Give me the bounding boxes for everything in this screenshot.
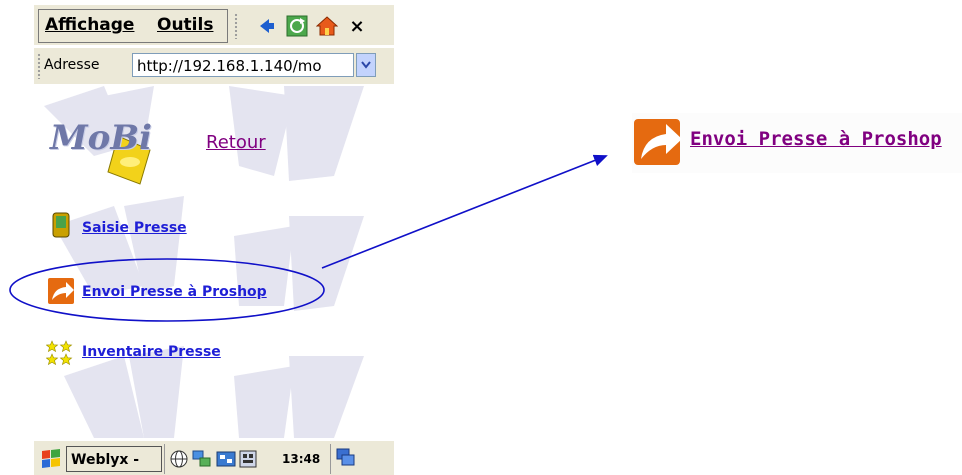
task-weblyx-button[interactable]: Weblyx - (... (66, 446, 162, 472)
address-bar: Adresse http://192.168.1.140/mo (34, 48, 394, 84)
address-input[interactable]: http://192.168.1.140/mo (132, 53, 354, 77)
menu-bar: Affichage Outils × (34, 5, 394, 45)
sync-icon[interactable] (192, 450, 212, 468)
close-icon: × (349, 15, 365, 37)
retour-link[interactable]: Retour (206, 132, 266, 153)
refresh-icon (286, 15, 308, 37)
chevron-down-icon (361, 61, 371, 69)
address-label: Adresse (44, 57, 100, 73)
zoomed-callout: Envoi Presse à Proshop (632, 113, 962, 173)
back-button[interactable] (254, 13, 280, 39)
inventaire-presse-link[interactable]: Inventaire Presse (82, 344, 221, 360)
desktop-icon[interactable] (336, 448, 356, 468)
envoi-presse-link[interactable]: Envoi Presse à Proshop (82, 284, 267, 300)
saisie-presse-link[interactable]: Saisie Presse (82, 220, 187, 236)
network-globe-icon[interactable] (170, 450, 188, 468)
page-content: MoBi Retour Saisie Presse Envoi Presse à… (34, 86, 394, 438)
connectivity-icon[interactable] (216, 450, 236, 468)
home-button[interactable] (314, 13, 340, 39)
callout-envoi-presse-link[interactable]: Envoi Presse à Proshop (690, 128, 942, 150)
pda-device-icon (52, 212, 70, 238)
windows-start-icon[interactable] (40, 449, 62, 469)
home-icon (316, 16, 338, 36)
close-button[interactable]: × (344, 13, 370, 39)
address-dropdown-button[interactable] (356, 53, 376, 77)
mobi-logo: MoBi (48, 110, 168, 190)
toolbar-grip[interactable] (234, 13, 238, 39)
input-panel-icon[interactable] (239, 450, 257, 468)
forward-arrow-icon (48, 278, 74, 304)
stars-icon (46, 340, 73, 366)
taskbar: Weblyx - (... 13:48 (34, 440, 394, 475)
taskbar-divider (164, 444, 165, 474)
back-arrow-icon (260, 19, 274, 33)
logo-text: MoBi (50, 118, 152, 158)
forward-arrow-icon-large (634, 119, 682, 165)
taskbar-clock: 13:48 (282, 452, 321, 466)
pda-browser-window: Affichage Outils × Adresse http://192.16… (34, 0, 394, 475)
menu-outils[interactable]: Outils (157, 15, 213, 35)
refresh-button[interactable] (284, 13, 310, 39)
menu-affichage[interactable]: Affichage (45, 15, 134, 35)
menu-box: Affichage Outils (38, 9, 228, 43)
address-grip[interactable] (37, 53, 41, 79)
taskbar-divider-2 (330, 444, 331, 474)
